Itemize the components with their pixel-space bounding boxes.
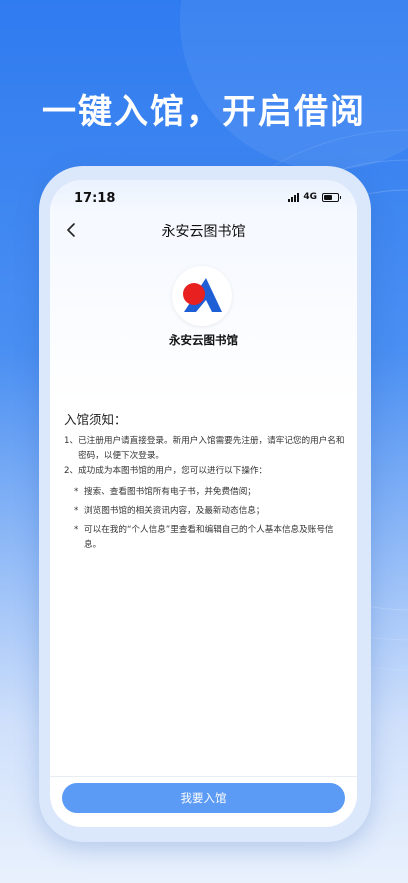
- library-logo-icon: [183, 278, 222, 312]
- notice-title: 入馆须知：: [64, 412, 127, 427]
- library-name: 永安云图书馆: [169, 333, 238, 347]
- bullet: *: [74, 525, 79, 535]
- nav-bar: 永安云图书馆: [50, 214, 357, 246]
- notice-sub-item: * 搜索、查看图书馆所有电子书，并免费借阅；: [64, 485, 346, 500]
- status-bar: 17:18 4G: [50, 180, 357, 214]
- promo-headline: 一键入馆，开启借阅: [42, 92, 366, 132]
- notice-sub-item-text: 可以在我的“个人信息”里查看和编辑自己的个人基本信息及账号信息。: [84, 525, 334, 550]
- notice-item: 1、 已注册用户请直接登录。新用户入馆需要先注册，请牢记您的用户名和密码，以便下…: [64, 434, 346, 464]
- phone-screen: 17:18 4G 永安云图书馆 永安云图书馆 入馆须知： 1、 已注册用户请直接…: [50, 180, 357, 827]
- notice-body: 1、 已注册用户请直接登录。新用户入馆需要先注册，请牢记您的用户名和密码，以便下…: [64, 434, 346, 553]
- notice-sub-item: * 浏览图书馆的相关资讯内容，及最新动态信息；: [64, 504, 346, 519]
- notice-sub-item: * 可以在我的“个人信息”里查看和编辑自己的个人基本信息及账号信息。: [64, 523, 346, 553]
- signal-icon: [288, 192, 300, 202]
- status-time: 17:18: [74, 191, 116, 206]
- library-logo: [172, 266, 232, 326]
- join-library-button[interactable]: 我要入馆: [62, 783, 345, 813]
- notice-item-number: 1、: [64, 436, 79, 446]
- notice-sub-item-text: 搜索、查看图书馆所有电子书，并免费借阅；: [84, 487, 256, 497]
- bullet: *: [74, 506, 79, 516]
- notice-item-number: 2、: [64, 466, 79, 476]
- bottom-divider: [50, 776, 357, 777]
- notice-item: 2、 成功成为本图书馆的用户，您可以进行以下操作：: [64, 464, 346, 479]
- bullet: *: [74, 487, 79, 497]
- notice-item-text: 已注册用户请直接登录。新用户入馆需要先注册，请牢记您的用户名和密码，以便下次登录…: [78, 436, 345, 461]
- nav-title: 永安云图书馆: [161, 224, 246, 240]
- network-type: 4G: [303, 192, 317, 202]
- status-icons: 4G: [288, 192, 341, 202]
- notice-item-text: 成功成为本图书馆的用户，您可以进行以下操作：: [78, 466, 268, 476]
- notice-sub-item-text: 浏览图书馆的相关资讯内容，及最新动态信息；: [84, 506, 265, 516]
- battery-icon: [322, 192, 341, 202]
